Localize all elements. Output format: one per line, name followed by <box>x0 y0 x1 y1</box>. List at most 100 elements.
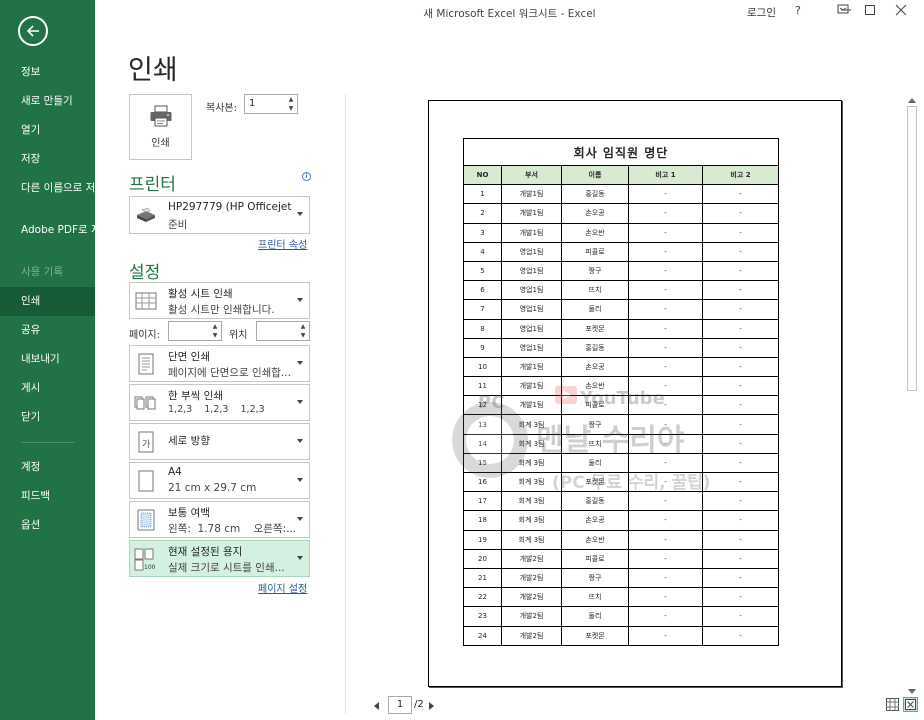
nav-item-0[interactable]: 정보 <box>0 58 95 87</box>
copies-input[interactable]: 1 ▲ ▼ <box>244 94 298 114</box>
chevron-down-icon <box>297 399 303 404</box>
previous-page-icon[interactable] <box>374 702 379 710</box>
table-cell: - <box>702 414 779 435</box>
table-cell: - <box>702 491 779 512</box>
nav-item-9[interactable]: 내보내기 <box>0 345 95 374</box>
scaling-select[interactable]: 100 현재 설정된 용지 실제 크기로 시트를 인쇄... <box>129 540 310 577</box>
table-cell: 영업1팀 <box>501 318 562 339</box>
minimize-icon <box>841 9 851 11</box>
table-cell: 23 <box>463 606 502 627</box>
table-cell: - <box>628 356 703 378</box>
nav-item-11[interactable]: 닫기 <box>0 403 95 432</box>
paper-size-select[interactable]: A4 21 cm x 29.7 cm <box>129 462 310 499</box>
table-cell: 손오반 <box>561 222 629 243</box>
printer-device-icon <box>137 207 155 222</box>
close-button[interactable] <box>890 4 912 22</box>
next-page-icon[interactable] <box>429 702 434 710</box>
help-button[interactable]: ? <box>795 4 801 17</box>
maximize-icon <box>865 5 875 15</box>
spin-up-icon[interactable]: ▲ <box>287 96 295 104</box>
nav-item-10[interactable]: 게시 <box>0 374 95 403</box>
nav-item-4[interactable]: 다른 이름으로 저장 <box>0 174 105 216</box>
spin-down-icon[interactable]: ▼ <box>299 332 307 340</box>
table-row: 20 개발2팀 피콜로 - - <box>463 548 779 569</box>
pages-to-input[interactable]: ▲ ▼ <box>256 321 310 341</box>
printer-select[interactable]: HP297779 (HP Officejet 7... 준비 <box>129 196 310 234</box>
margins-title: 보통 여백 <box>168 507 210 519</box>
scroll-down-icon[interactable] <box>908 689 916 694</box>
table-cell: 영업1팀 <box>501 260 562 282</box>
table-cell: 10 <box>463 356 502 378</box>
table-cell: 개발1팀 <box>501 395 562 416</box>
nav-bottom-item-0[interactable]: 계정 <box>0 453 95 482</box>
spin-down-icon[interactable]: ▼ <box>287 105 295 113</box>
table-cell: 4 <box>463 241 502 262</box>
table-cell: 짱구 <box>561 414 629 435</box>
column-header: NO <box>463 164 502 186</box>
nav-item-5[interactable]: Adobe PDF로 저장 <box>0 216 110 258</box>
printer-icon <box>150 105 171 127</box>
orientation-select[interactable]: 가 세로 방향 <box>129 423 310 460</box>
column-header: 비고 1 <box>628 164 703 186</box>
table-cell: 손오공 <box>561 203 629 224</box>
table-cell: 1 <box>463 184 502 205</box>
table-cell: 홍길동 <box>561 491 629 512</box>
table-cell: 개발2팀 <box>501 625 562 646</box>
table-cell: - <box>702 567 779 589</box>
zoom-to-page-button[interactable] <box>903 697 918 712</box>
sign-in-link[interactable]: 로그인 <box>747 5 776 20</box>
table-cell: - <box>702 395 779 416</box>
table-row: 10 개발1팀 손오공 - - <box>463 356 779 378</box>
table-cell: 손오공 <box>561 510 629 531</box>
table-cell: 포켓몬 <box>561 318 629 339</box>
sides-select[interactable]: 단면 인쇄 페이지에 단면으로 인쇄합... <box>129 345 310 382</box>
scroll-up-icon[interactable] <box>908 98 916 103</box>
pages-from-input[interactable]: ▲ ▼ <box>168 321 222 341</box>
table-cell: - <box>702 299 779 320</box>
nav-item-3[interactable]: 저장 <box>0 145 95 174</box>
collate-select[interactable]: 한 부씩 인쇄 1,2,3 1,2,3 1,2,3 <box>129 384 310 421</box>
nav-bottom-item-2[interactable]: 옵션 <box>0 511 95 540</box>
table-cell: 12 <box>463 395 502 416</box>
table-row: 14 회계 3팀 뜨치 - - <box>463 433 779 454</box>
print-button[interactable]: 인쇄 <box>129 94 192 160</box>
nav-item-1[interactable]: 새로 만들기 <box>0 87 95 116</box>
maximize-button[interactable] <box>859 4 881 22</box>
spin-up-icon[interactable]: ▲ <box>299 323 307 331</box>
info-icon[interactable]: i <box>302 172 311 181</box>
page-setup-link[interactable]: 페이지 설정 <box>258 580 307 595</box>
spin-down-icon[interactable]: ▼ <box>211 332 219 340</box>
collate-sub: 1,2,3 1,2,3 1,2,3 <box>168 404 265 415</box>
scroll-thumb[interactable] <box>907 106 917 391</box>
nav-item-2[interactable]: 열기 <box>0 116 95 145</box>
nav-bottom-item-1[interactable]: 피드백 <box>0 482 95 511</box>
table-cell: 홍길동 <box>561 184 629 205</box>
nav-item-8[interactable]: 공유 <box>0 316 95 345</box>
show-margins-button[interactable] <box>885 697 900 712</box>
chevron-down-icon <box>297 555 303 560</box>
table-cell: - <box>702 203 779 224</box>
zoom-to-page-icon <box>905 699 916 710</box>
table-cell: 개발2팀 <box>501 606 562 627</box>
preview-sheet-table: 회사 임직원 명단 NO 부서 이름 비고 1 비고 2 1 개발1팀 홍길동 - -2 개발1팀… <box>463 138 779 646</box>
table-cell: 개발1팀 <box>501 203 562 224</box>
table-row: 15 회계 3팀 둘리 - - <box>463 452 779 474</box>
current-page-input[interactable]: 1 <box>388 696 412 714</box>
svg-text:100: 100 <box>144 564 156 571</box>
printer-properties-link[interactable]: 프린터 속성 <box>258 236 307 251</box>
table-cell: 뜨치 <box>561 433 629 454</box>
table-cell: 회계 3팀 <box>501 491 562 512</box>
nav-item-7[interactable]: 인쇄 <box>0 287 95 316</box>
print-what-select[interactable]: 활성 시트 인쇄 활성 시트만 인쇄합니다. <box>129 282 310 319</box>
sides-title: 단면 인쇄 <box>168 351 210 363</box>
spin-up-icon[interactable]: ▲ <box>211 323 219 331</box>
copies-label: 복사본: <box>206 103 237 114</box>
margins-icon <box>137 509 155 530</box>
preview-scrollbar[interactable] <box>906 96 918 696</box>
table-cell: 영업1팀 <box>501 337 562 358</box>
minimize-button[interactable] <box>835 4 857 22</box>
table-cell: 포켓몬 <box>561 625 629 646</box>
margins-select[interactable]: 보통 여백 왼쪽: 1.78 cm 오른쪽:... <box>129 501 310 538</box>
table-row: 8 영업1팀 포켓몬 - - <box>463 318 779 339</box>
back-button[interactable] <box>18 16 48 46</box>
